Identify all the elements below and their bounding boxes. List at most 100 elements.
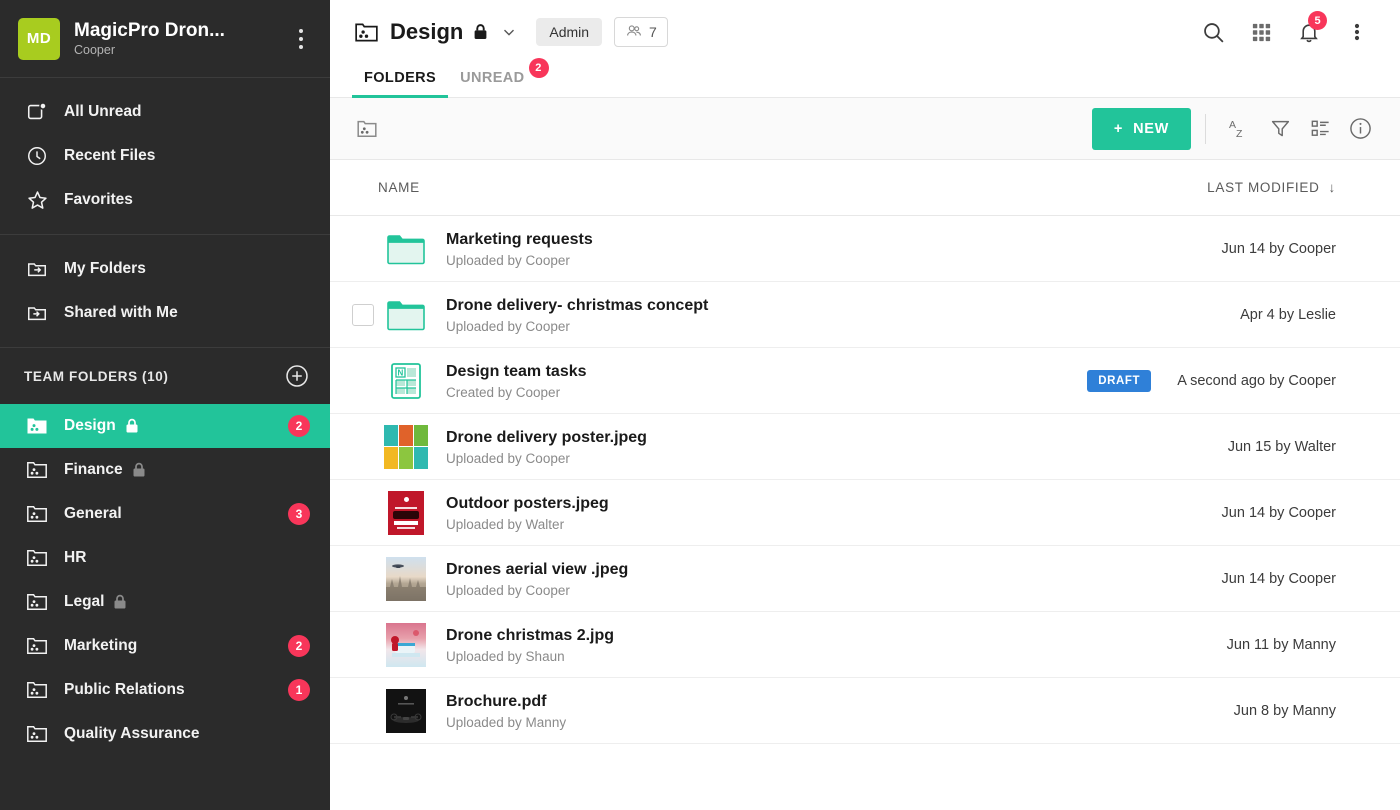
row-text: Drone delivery- christmas concept Upload…: [446, 296, 708, 334]
poster-grid-thumbnail: [384, 425, 428, 469]
file-name: Drone christmas 2.jpg: [446, 627, 614, 644]
table-row[interactable]: Drone christmas 2.jpg Uploaded by Shaun …: [330, 612, 1400, 678]
new-button[interactable]: + NEW: [1092, 108, 1191, 150]
sidebar-item-my-folders[interactable]: My Folders: [0, 247, 330, 291]
spreadsheet-icon: N: [384, 359, 428, 403]
sidebar-item-recent-files[interactable]: Recent Files: [0, 134, 330, 178]
table-row[interactable]: Drone delivery- christmas concept Upload…: [330, 282, 1400, 348]
column-header-name[interactable]: NAME: [378, 180, 420, 195]
row-text: Outdoor posters.jpeg Uploaded by Walter: [446, 494, 609, 532]
sidebar-item-shared-with-me[interactable]: Shared with Me: [0, 291, 330, 335]
row-text: Drone delivery poster.jpeg Uploaded by C…: [446, 428, 647, 466]
unread-badge: 1: [288, 679, 310, 701]
plus-circle-icon[interactable]: [284, 363, 310, 389]
role-badge[interactable]: Admin: [536, 18, 602, 46]
table-row[interactable]: Brochure.pdf Uploaded by Manny Jun 8 by …: [330, 678, 1400, 744]
christmas-photo-thumbnail: [384, 623, 428, 667]
team-folder-icon: [24, 413, 50, 439]
sidebar-item-all-unread[interactable]: All Unread: [0, 90, 330, 134]
unread-badge: 2: [288, 415, 310, 437]
workspace-avatar: MD: [18, 18, 60, 60]
sort-az-icon[interactable]: A Z: [1220, 109, 1260, 149]
info-circle-icon[interactable]: [1340, 109, 1380, 149]
file-modified: Apr 4 by Leslie: [1240, 307, 1336, 323]
sidebar-folder-label: Design: [64, 417, 116, 435]
column-header-last-modified[interactable]: LAST MODIFIED ↓: [1207, 180, 1336, 195]
file-modified: Jun 14 by Cooper: [1222, 241, 1336, 257]
thumbnail-art: [386, 623, 426, 667]
file-subtitle: Uploaded by Cooper: [446, 253, 593, 268]
tab-folders[interactable]: FOLDERS: [352, 70, 448, 97]
sidebar-folder-design[interactable]: Design 2: [0, 404, 330, 448]
sidebar-folder-label: Quality Assurance: [64, 725, 200, 743]
team-folder-icon: [24, 677, 50, 703]
file-modified: Jun 11 by Manny: [1227, 637, 1336, 653]
view-list-icon[interactable]: [1300, 109, 1340, 149]
row-text: Drones aerial view .jpeg Uploaded by Coo…: [446, 560, 628, 598]
file-subtitle: Uploaded by Shaun: [446, 649, 614, 664]
svg-text:Z: Z: [1236, 128, 1243, 140]
lock-icon: [473, 23, 488, 41]
table-row[interactable]: Drones aerial view .jpeg Uploaded by Coo…: [330, 546, 1400, 612]
toolbar-actions: + NEW A Z: [1092, 108, 1380, 150]
row-right: DRAFT A second ago by Cooper: [1087, 370, 1400, 392]
sidebar-folder-hr[interactable]: HR: [0, 536, 330, 580]
sidebar: MD MagicPro Dron... Cooper All Unread: [0, 0, 330, 810]
team-folders-header: TEAM FOLDERS (10): [0, 348, 330, 404]
row-right: Jun 14 by Cooper: [1222, 241, 1400, 257]
sidebar-folder-quality-assurance[interactable]: Quality Assurance: [0, 712, 330, 756]
main-header-top: Design Admin: [330, 0, 1400, 52]
unread-badge: 3: [288, 503, 310, 525]
unread-badge: 2: [288, 635, 310, 657]
file-subtitle: Uploaded by Cooper: [446, 319, 708, 334]
sidebar-folder-legal[interactable]: Legal: [0, 580, 330, 624]
sidebar-item-label: Favorites: [64, 191, 133, 209]
kebab-menu-icon[interactable]: [1334, 9, 1380, 55]
row-checkbox[interactable]: [352, 304, 374, 326]
folder-icon: [384, 293, 428, 337]
bell-icon[interactable]: 5: [1286, 9, 1332, 55]
team-folder-icon: [352, 18, 380, 46]
folder-icon: [384, 227, 428, 271]
tab-unread[interactable]: UNREAD 2: [448, 70, 536, 97]
nav-primary-group: All Unread Recent Files Favorites: [0, 78, 330, 235]
table-row[interactable]: N Design team tasks Created by Cooper DR…: [330, 348, 1400, 414]
members-count: 7: [649, 24, 657, 40]
file-name: Brochure.pdf: [446, 693, 546, 710]
chevron-down-icon[interactable]: [500, 23, 518, 41]
sidebar-folder-public-relations[interactable]: Public Relations 1: [0, 668, 330, 712]
sidebar-folder-general[interactable]: General 3: [0, 492, 330, 536]
file-subtitle: Created by Cooper: [446, 385, 587, 400]
file-name: Marketing requests: [446, 231, 593, 248]
file-name: Outdoor posters.jpeg: [446, 495, 609, 512]
clock-icon: [24, 143, 50, 169]
sidebar-folder-label: Public Relations: [64, 681, 185, 699]
search-icon[interactable]: [1190, 9, 1236, 55]
thumbnail-art: [386, 689, 426, 733]
team-folder-icon: [24, 721, 50, 747]
sidebar-folder-marketing[interactable]: Marketing 2: [0, 624, 330, 668]
workspace-header[interactable]: MD MagicPro Dron... Cooper: [0, 0, 330, 78]
members-icon: [625, 22, 643, 43]
nav-secondary-group: My Folders Shared with Me: [0, 235, 330, 348]
table-row[interactable]: Marketing requests Uploaded by Cooper Ju…: [330, 216, 1400, 282]
sidebar-folder-finance[interactable]: Finance: [0, 448, 330, 492]
file-modified: Jun 15 by Walter: [1228, 439, 1336, 455]
apps-grid-icon[interactable]: [1238, 9, 1284, 55]
members-button[interactable]: 7: [614, 17, 668, 47]
column-header-last-modified-label: LAST MODIFIED: [1207, 180, 1319, 195]
table-row[interactable]: Outdoor posters.jpeg Uploaded by Walter …: [330, 480, 1400, 546]
tab-label: UNREAD: [460, 70, 524, 86]
sidebar-item-favorites[interactable]: Favorites: [0, 178, 330, 222]
file-name: Drones aerial view .jpeg: [446, 561, 628, 578]
row-text: Marketing requests Uploaded by Cooper: [446, 230, 593, 268]
sidebar-folder-label: Legal: [64, 593, 104, 611]
filter-funnel-icon[interactable]: [1260, 109, 1300, 149]
table-row[interactable]: Drone delivery poster.jpeg Uploaded by C…: [330, 414, 1400, 480]
svg-text:A: A: [1229, 119, 1236, 131]
toolbar-divider: [1205, 114, 1206, 144]
kebab-menu-icon[interactable]: [288, 22, 314, 56]
team-folder-icon: [24, 589, 50, 615]
breadcrumb-team-folder-icon[interactable]: [352, 114, 382, 144]
lock-icon: [132, 462, 146, 478]
